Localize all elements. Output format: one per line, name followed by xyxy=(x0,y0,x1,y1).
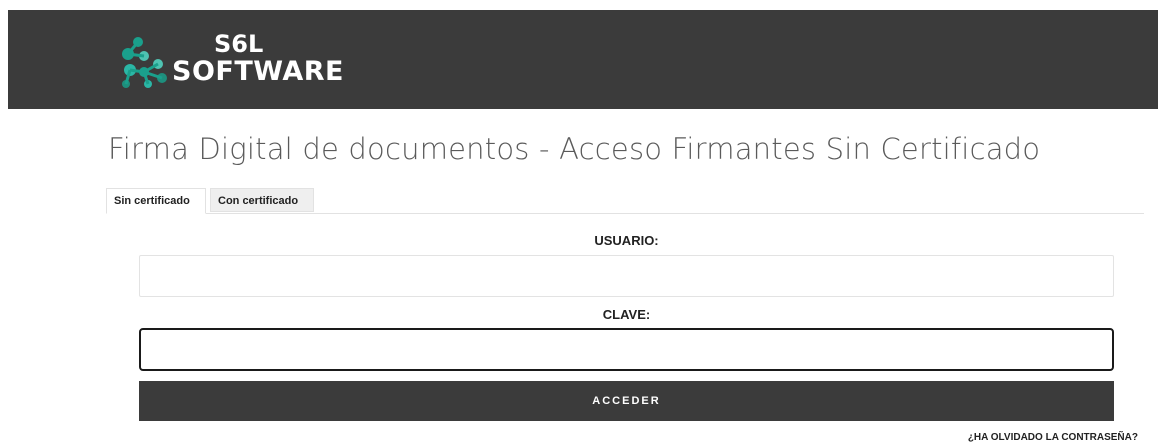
logo[interactable]: S6L SOFTWARE xyxy=(118,28,358,92)
password-input[interactable] xyxy=(139,328,1114,371)
tab-sin-certificado[interactable]: Sin certificado xyxy=(106,188,206,214)
logo-text: S6L SOFTWARE xyxy=(172,32,344,85)
logo-line-2: SOFTWARE xyxy=(172,56,344,87)
logo-molecule-icon xyxy=(122,37,167,88)
logo-line-1: S6L xyxy=(214,30,264,58)
user-label: USUARIO: xyxy=(594,233,659,248)
forgot-password-link[interactable]: ¿HA OLVIDADO LA CONTRASEÑA? xyxy=(968,432,1138,443)
password-label: CLAVE: xyxy=(602,307,651,322)
site-header: S6L SOFTWARE xyxy=(8,10,1158,109)
login-button[interactable]: ACCEDER xyxy=(139,381,1114,421)
user-input[interactable] xyxy=(139,255,1114,297)
login-tabs: Sin certificado Con certificado xyxy=(106,188,1144,214)
page-title: Firma Digital de documentos - Acceso Fir… xyxy=(108,132,1041,166)
tab-con-certificado[interactable]: Con certificado xyxy=(210,188,314,212)
